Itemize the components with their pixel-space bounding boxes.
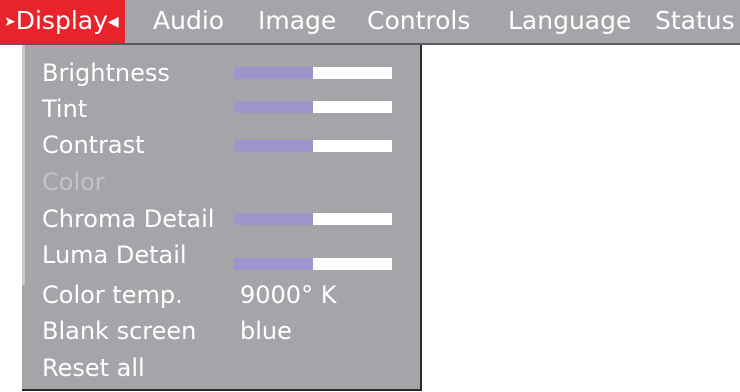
tab-controls[interactable]: Controls bbox=[367, 0, 470, 43]
tint-slider[interactable] bbox=[234, 101, 392, 113]
contrast-slider[interactable] bbox=[234, 140, 392, 152]
menu-item-contrast[interactable]: Contrast bbox=[42, 127, 145, 163]
menu-item-color: Color bbox=[42, 168, 105, 196]
tab-display-label: Display bbox=[15, 6, 108, 35]
brightness-slider-fill bbox=[234, 67, 313, 79]
menu-item-chroma-detail[interactable]: Chroma Detail bbox=[42, 201, 214, 237]
tab-status[interactable]: Status bbox=[655, 0, 735, 43]
tab-display[interactable]: ➤Display◀ bbox=[0, 0, 125, 43]
chroma-detail-slider-fill bbox=[234, 213, 313, 225]
menu-item-tint[interactable]: Tint bbox=[42, 91, 87, 127]
color-temp-value: 9000° K bbox=[240, 281, 337, 309]
menu-item-blank-screen[interactable]: Blank screen bbox=[42, 313, 196, 349]
menu-bar: ➤Display◀ Audio Image Controls Language … bbox=[0, 0, 740, 45]
luma-detail-slider-fill bbox=[234, 258, 313, 270]
chroma-detail-slider[interactable] bbox=[234, 213, 392, 225]
tab-audio[interactable]: Audio bbox=[153, 0, 224, 43]
brightness-slider[interactable] bbox=[234, 67, 392, 79]
display-menu-panel: Brightness Tint Contrast Color Chroma De… bbox=[22, 45, 422, 391]
menu-item-luma-detail[interactable]: Luma Detail bbox=[42, 237, 187, 273]
luma-detail-slider[interactable] bbox=[234, 258, 392, 270]
menu-item-color-temp[interactable]: Color temp. bbox=[42, 277, 183, 313]
menu-item-reset-all[interactable]: Reset all bbox=[42, 350, 145, 386]
menu-item-brightness[interactable]: Brightness bbox=[42, 55, 170, 91]
panel-left-edge bbox=[22, 45, 25, 285]
blank-screen-value: blue bbox=[240, 317, 292, 345]
tab-language[interactable]: Language bbox=[508, 0, 631, 43]
contrast-slider-fill bbox=[234, 140, 313, 152]
tab-image[interactable]: Image bbox=[258, 0, 336, 43]
selection-arrow-right-icon: ➤ bbox=[4, 14, 16, 30]
tint-slider-fill bbox=[234, 101, 313, 113]
selection-arrow-left-icon: ◀ bbox=[107, 14, 119, 30]
